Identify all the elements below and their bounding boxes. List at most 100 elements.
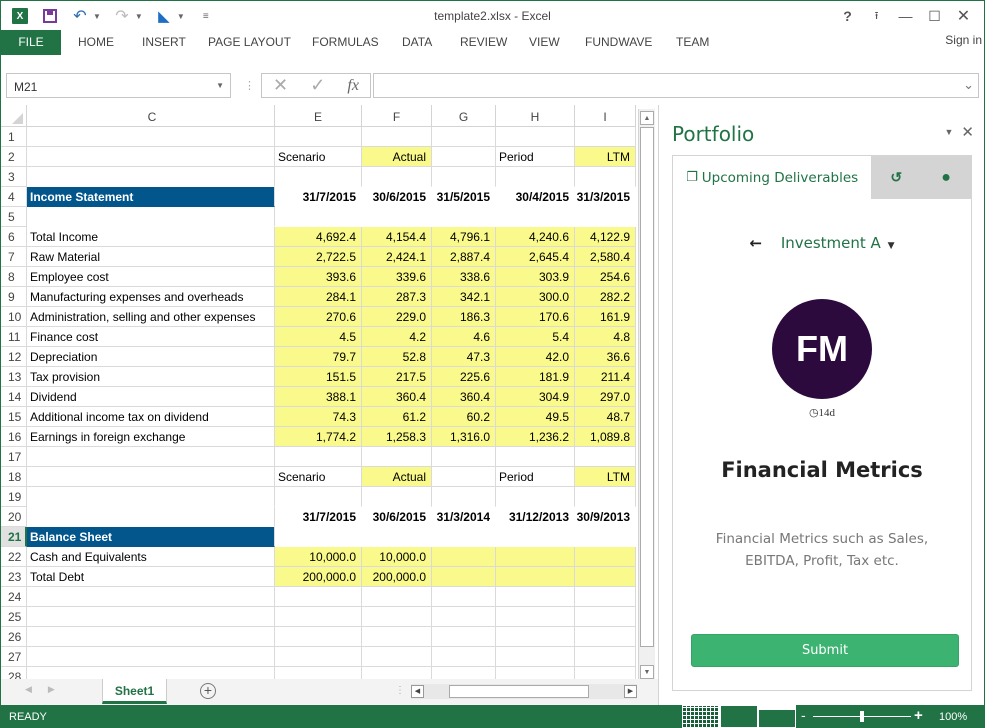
cell[interactable]: [432, 467, 496, 487]
name-box-dropdown-icon[interactable]: ▼: [216, 81, 224, 90]
cell[interactable]: [275, 667, 362, 679]
cell-label[interactable]: [27, 487, 275, 507]
cell[interactable]: 1,258.3: [362, 427, 432, 447]
cell[interactable]: [496, 207, 575, 227]
cell[interactable]: 300.0: [496, 287, 575, 307]
tab-formulas[interactable]: FORMULAS: [312, 30, 379, 55]
cell[interactable]: 303.9: [496, 267, 575, 287]
cell-label[interactable]: Income Statement: [27, 187, 275, 207]
cell[interactable]: 4.5: [275, 327, 362, 347]
cell[interactable]: 297.0: [575, 387, 636, 407]
cell-label[interactable]: Total Debt: [27, 567, 275, 587]
tab-data[interactable]: DATA: [402, 30, 432, 55]
cell[interactable]: [575, 607, 636, 627]
column-header-c[interactable]: C: [27, 105, 275, 127]
row-header[interactable]: 26: [1, 627, 27, 647]
cell[interactable]: [275, 587, 362, 607]
cell-label[interactable]: Earnings in foreign exchange: [27, 427, 275, 447]
investment-caret-icon[interactable]: ▼: [888, 241, 895, 251]
cell[interactable]: [432, 567, 496, 587]
row-header[interactable]: 23: [1, 567, 27, 587]
tab-review[interactable]: REVIEW: [460, 30, 507, 55]
cell[interactable]: [432, 667, 496, 679]
cell[interactable]: 2,722.5: [275, 247, 362, 267]
cell[interactable]: [575, 627, 636, 647]
cell[interactable]: 1,089.8: [575, 427, 636, 447]
row-header[interactable]: 17: [1, 447, 27, 467]
vertical-scrollbar[interactable]: ▲ ▼: [638, 109, 655, 679]
cell[interactable]: [362, 607, 432, 627]
cell[interactable]: [575, 447, 636, 467]
cell[interactable]: 4.8: [575, 327, 636, 347]
cell[interactable]: [275, 167, 362, 187]
tab-history[interactable]: ↺: [871, 156, 922, 199]
investment-dropdown[interactable]: Investment A: [781, 234, 881, 252]
cell[interactable]: 282.2: [575, 287, 636, 307]
cell-label[interactable]: Raw Material: [27, 247, 275, 267]
cell-label[interactable]: Finance cost: [27, 327, 275, 347]
cell[interactable]: [575, 647, 636, 667]
cell-label[interactable]: [27, 467, 275, 487]
cell[interactable]: [275, 607, 362, 627]
cell[interactable]: 1,236.2: [496, 427, 575, 447]
cell[interactable]: [496, 567, 575, 587]
submit-button[interactable]: Submit: [691, 634, 959, 667]
cell[interactable]: [575, 527, 636, 547]
cell[interactable]: 388.1: [275, 387, 362, 407]
cell[interactable]: [432, 207, 496, 227]
cell[interactable]: 2,424.1: [362, 247, 432, 267]
cell[interactable]: 4,796.1: [432, 227, 496, 247]
row-header[interactable]: 11: [1, 327, 27, 347]
cell[interactable]: 1,774.2: [275, 427, 362, 447]
cell-label[interactable]: Additional income tax on dividend: [27, 407, 275, 427]
cell[interactable]: 10,000.0: [275, 547, 362, 567]
cell-label[interactable]: Cash and Equivalents: [27, 547, 275, 567]
cell[interactable]: 287.3: [362, 287, 432, 307]
cell[interactable]: [432, 607, 496, 627]
cell[interactable]: [362, 587, 432, 607]
cell[interactable]: [575, 547, 636, 567]
enter-icon[interactable]: ✓: [310, 75, 325, 96]
cell[interactable]: [432, 587, 496, 607]
cell-label[interactable]: Depreciation: [27, 347, 275, 367]
cell[interactable]: 200,000.0: [275, 567, 362, 587]
cancel-icon[interactable]: ✕: [273, 75, 288, 96]
tab-upcoming-deliverables[interactable]: ❐ Upcoming Deliverables: [673, 156, 871, 199]
cell[interactable]: [575, 167, 636, 187]
cell[interactable]: [575, 127, 636, 147]
cell-label[interactable]: [27, 127, 275, 147]
cell[interactable]: [362, 627, 432, 647]
tab-view[interactable]: VIEW: [529, 30, 560, 55]
cell[interactable]: 161.9: [575, 307, 636, 327]
cell[interactable]: [362, 207, 432, 227]
row-header[interactable]: 20: [1, 507, 27, 527]
cell-label[interactable]: [27, 587, 275, 607]
cell-label[interactable]: [27, 647, 275, 667]
cell-label[interactable]: [27, 147, 275, 167]
cell[interactable]: 338.6: [432, 267, 496, 287]
prev-sheet-icon[interactable]: ◀: [25, 684, 48, 694]
maximize-icon[interactable]: ☐: [920, 5, 949, 27]
cell-label[interactable]: [27, 447, 275, 467]
normal-view-button[interactable]: [682, 705, 720, 728]
cell[interactable]: [432, 627, 496, 647]
cell[interactable]: LTM: [575, 147, 636, 167]
cell[interactable]: 1,316.0: [432, 427, 496, 447]
cell[interactable]: 30/6/2015: [362, 187, 432, 207]
formula-bar-splitter[interactable]: ⋮: [244, 79, 255, 92]
cell[interactable]: 47.3: [432, 347, 496, 367]
cell[interactable]: [496, 667, 575, 679]
cell-label[interactable]: Tax provision: [27, 367, 275, 387]
cell[interactable]: 360.4: [432, 387, 496, 407]
cell-label[interactable]: [27, 627, 275, 647]
cell-label[interactable]: Administration, selling and other expens…: [27, 307, 275, 327]
cell[interactable]: [432, 647, 496, 667]
cell[interactable]: 79.7: [275, 347, 362, 367]
tab-page-layout[interactable]: PAGE LAYOUT: [208, 30, 291, 55]
cell[interactable]: [275, 447, 362, 467]
cell[interactable]: 31/7/2015: [275, 187, 362, 207]
cell[interactable]: [362, 647, 432, 667]
cell[interactable]: [496, 127, 575, 147]
row-header[interactable]: 13: [1, 367, 27, 387]
cell[interactable]: 186.3: [432, 307, 496, 327]
